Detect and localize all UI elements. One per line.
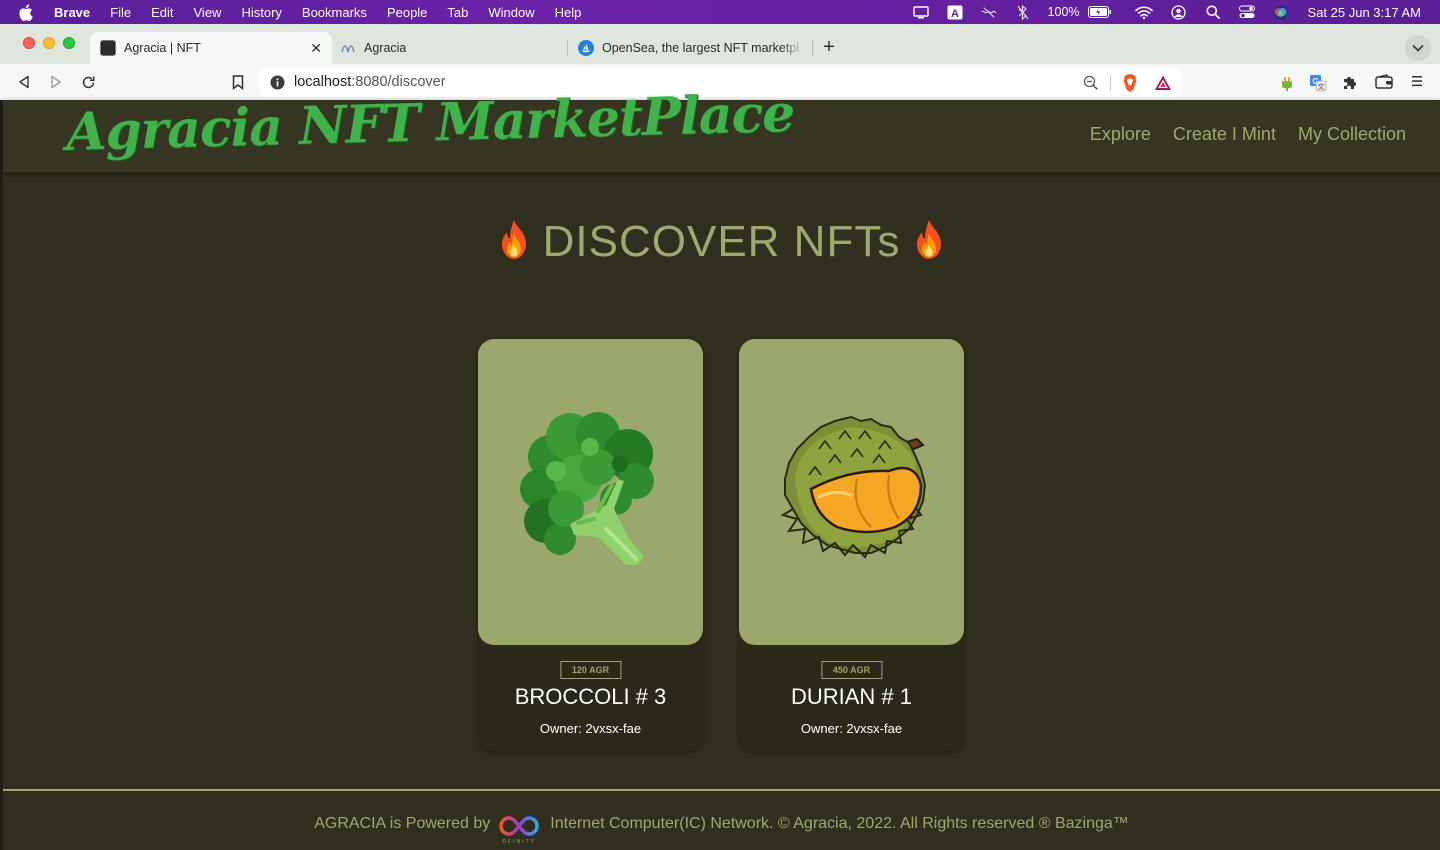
brave-shields-icon[interactable] — [1121, 73, 1139, 93]
zoom-out-icon[interactable] — [1083, 75, 1099, 91]
tab-strip: Agracia | NFT ✕ Agracia OpenSea, the lar… — [0, 24, 1440, 64]
forward-button[interactable] — [46, 72, 66, 92]
url-divider — [1110, 75, 1111, 91]
broccoli-icon — [520, 412, 654, 565]
audio-muted-icon[interactable] — [980, 5, 997, 19]
tab-agracia[interactable]: Agracia — [330, 32, 565, 64]
site-info-icon[interactable] — [270, 75, 285, 90]
tab-search-button[interactable] — [1405, 35, 1431, 61]
tab-label: Agracia | NFT — [124, 41, 201, 55]
spotlight-search-icon[interactable] — [1205, 5, 1221, 19]
menu-tab[interactable]: Tab — [447, 5, 468, 20]
nav-create-mint-link[interactable]: Create I Mint — [1173, 124, 1276, 145]
reload-icon — [82, 76, 95, 88]
durian-icon — [780, 415, 927, 559]
opensea-favicon-icon — [578, 40, 594, 56]
tab-separator — [812, 40, 813, 56]
apple-icon[interactable] — [18, 3, 38, 21]
tab-label: Agracia — [364, 41, 407, 55]
menu-file[interactable]: File — [110, 5, 131, 20]
page-title: DISCOVER NFTs — [542, 217, 901, 266]
window-minimize-button[interactable] — [43, 37, 55, 49]
siri-icon[interactable] — [1273, 5, 1289, 19]
url-text[interactable]: localhost:8080/discover — [294, 74, 446, 90]
footer-copyright: Internet Computer(IC) Network. © Agracia… — [550, 815, 1129, 832]
nft-owner: Owner: 2vxsx-fae — [800, 721, 903, 736]
site-footer: AGRACIA is Powered by DFINITY Internet C… — [3, 812, 1440, 848]
infinity-icon — [499, 816, 539, 836]
web-page: Agracia NFT MarketPlace Explore Create I… — [3, 83, 1440, 850]
menu-help[interactable]: Help — [555, 5, 582, 20]
bookmark-button[interactable] — [228, 72, 248, 92]
nft-card[interactable]: 450 AGR DURIAN # 1 Owner: 2vxsx-fae — [739, 339, 964, 751]
wallet-icon[interactable] — [1375, 74, 1393, 92]
menu-history[interactable]: History — [241, 5, 281, 20]
menu-window[interactable]: Window — [488, 5, 534, 20]
chevron-down-icon — [1412, 44, 1424, 52]
menu-bookmarks[interactable]: Bookmarks — [302, 5, 367, 20]
svg-text:A: A — [951, 8, 959, 20]
agracia-favicon-icon — [100, 40, 116, 56]
page-title-row: DISCOVER NFTs — [3, 217, 1440, 267]
input-source-icon[interactable]: A — [947, 5, 963, 20]
bluetooth-off-icon[interactable] — [1015, 4, 1031, 20]
new-tab-button[interactable]: + — [818, 37, 840, 59]
dfinity-logo-text: DFINITY — [502, 839, 536, 845]
nav-explore-link[interactable]: Explore — [1090, 124, 1151, 145]
battery-icon[interactable] — [1087, 5, 1112, 19]
nft-price-badge: 450 AGR — [820, 661, 883, 679]
user-account-icon[interactable] — [1171, 4, 1187, 20]
macos-menu-bar: Brave File Edit View History Bookmarks P… — [0, 0, 1440, 24]
nft-card[interactable]: 120 AGR BROCCOLI # 3 Owner: 2vxsx-fae — [478, 339, 703, 751]
extension-plug-icon[interactable] — [1278, 74, 1296, 92]
nft-name: DURIAN # 1 — [790, 684, 913, 709]
window-close-button[interactable] — [23, 37, 35, 49]
agracia-favicon-icon — [340, 40, 356, 56]
footer-divider — [3, 789, 1440, 791]
window-zoom-button[interactable] — [63, 37, 75, 49]
reload-button[interactable] — [78, 72, 98, 92]
tab-opensea[interactable]: OpenSea, the largest NFT marketpl — [568, 32, 810, 64]
browser-menu-icon[interactable] — [1410, 74, 1428, 92]
bookmark-icon — [232, 74, 244, 90]
fire-icon — [495, 218, 533, 262]
back-button[interactable] — [14, 72, 34, 92]
svg-text:文: 文 — [1318, 82, 1325, 91]
nft-price-badge: 120 AGR — [559, 661, 622, 679]
extensions-puzzle-icon[interactable] — [1341, 74, 1359, 92]
back-arrow-icon — [19, 75, 29, 89]
brave-rewards-icon[interactable] — [1154, 74, 1172, 92]
nft-image[interactable] — [739, 339, 964, 645]
nft-owner: Owner: 2vxsx-fae — [539, 721, 642, 736]
display-icon[interactable] — [912, 5, 929, 19]
wifi-icon[interactable] — [1134, 5, 1153, 19]
battery-percent: 100% — [1047, 5, 1080, 19]
translate-icon[interactable]: G文 — [1309, 74, 1327, 92]
forward-arrow-icon — [51, 75, 61, 89]
tab-close-icon[interactable]: ✕ — [310, 40, 322, 57]
tab-agracia-nft[interactable]: Agracia | NFT ✕ — [90, 32, 332, 64]
site-header: Agracia NFT MarketPlace Explore Create I… — [3, 83, 1440, 172]
fire-icon — [910, 218, 948, 262]
nav-my-collection-link[interactable]: My Collection — [1298, 124, 1406, 145]
nft-name: BROCCOLI # 3 — [514, 684, 667, 709]
nft-image[interactable] — [478, 339, 703, 645]
footer-powered-by: AGRACIA is Powered by — [314, 815, 491, 832]
menu-edit[interactable]: Edit — [151, 5, 173, 20]
site-nav: Explore Create I Mint My Collection — [1068, 124, 1406, 145]
dfinity-logo[interactable]: DFINITY — [496, 812, 542, 848]
menu-view[interactable]: View — [194, 5, 222, 20]
url-path: :8080/discover — [351, 74, 446, 90]
control-center-icon[interactable] — [1238, 5, 1255, 19]
menu-app-name[interactable]: Brave — [54, 5, 90, 20]
tab-label: OpenSea, the largest NFT marketpl — [602, 41, 800, 55]
menubar-clock[interactable]: Sat 25 Jun 3:17 AM — [1308, 5, 1421, 20]
menu-people[interactable]: People — [387, 5, 427, 20]
url-host: localhost — [294, 74, 352, 90]
